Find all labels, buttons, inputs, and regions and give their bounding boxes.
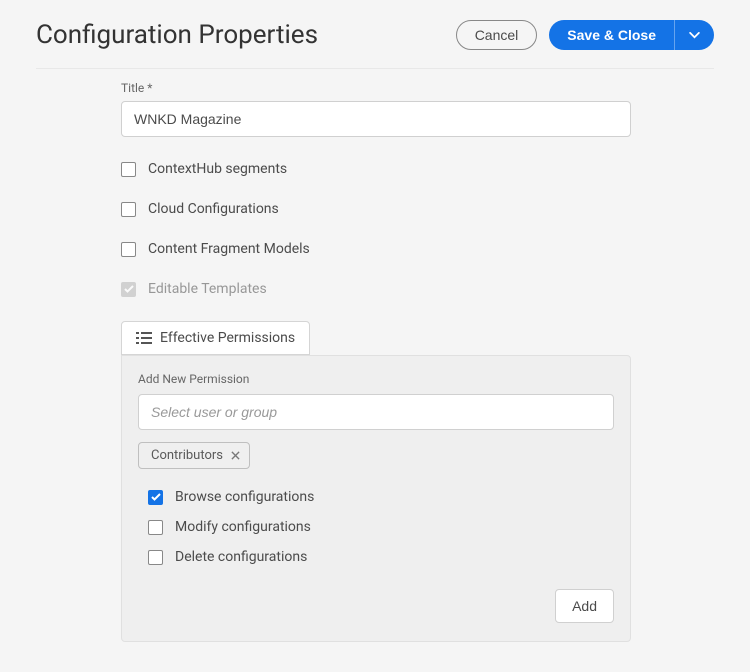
- header-actions: Cancel Save & Close: [456, 20, 714, 50]
- checkbox-icon: [121, 202, 136, 217]
- add-permission-label: Add New Permission: [138, 372, 614, 386]
- option-editable-templates: Editable Templates: [121, 281, 714, 297]
- perm-delete-configurations[interactable]: Delete configurations: [148, 549, 614, 565]
- checkbox-icon: [148, 550, 163, 565]
- title-field-label: Title *: [121, 81, 714, 95]
- tag-contributors[interactable]: Contributors: [138, 442, 250, 469]
- form-body: Title * ContextHub segments Cloud Config…: [36, 81, 714, 642]
- page-title: Configuration Properties: [36, 20, 318, 50]
- perm-browse-configurations[interactable]: Browse configurations: [148, 489, 614, 505]
- checkbox-icon: [148, 520, 163, 535]
- list-icon: [136, 331, 152, 345]
- option-label: Content Fragment Models: [148, 241, 310, 257]
- save-dropdown-button[interactable]: [674, 20, 714, 50]
- perm-label: Delete configurations: [175, 549, 307, 565]
- selected-tags: Contributors: [138, 442, 614, 469]
- tab-effective-permissions[interactable]: Effective Permissions: [121, 321, 310, 355]
- option-content-fragment-models[interactable]: Content Fragment Models: [121, 241, 714, 257]
- save-button-group: Save & Close: [549, 20, 714, 50]
- option-contexthub-segments[interactable]: ContextHub segments: [121, 161, 714, 177]
- checkbox-icon: [148, 490, 163, 505]
- close-icon: [231, 451, 240, 460]
- add-button[interactable]: Add: [555, 589, 614, 623]
- cancel-button[interactable]: Cancel: [456, 20, 538, 50]
- perm-label: Modify configurations: [175, 519, 311, 535]
- tag-label: Contributors: [151, 448, 223, 463]
- title-input[interactable]: [121, 101, 631, 137]
- panel-footer: Add: [138, 589, 614, 623]
- option-label: Cloud Configurations: [148, 201, 279, 217]
- option-label: Editable Templates: [148, 281, 267, 297]
- option-cloud-configurations[interactable]: Cloud Configurations: [121, 201, 714, 217]
- checkbox-icon: [121, 282, 136, 297]
- checkbox-icon: [121, 242, 136, 257]
- tab-label: Effective Permissions: [160, 330, 295, 346]
- option-label: ContextHub segments: [148, 161, 287, 177]
- dialog-header: Configuration Properties Cancel Save & C…: [36, 20, 714, 69]
- permissions-panel: Add New Permission Contributors: [121, 355, 631, 642]
- chevron-down-icon: [689, 32, 700, 39]
- perm-modify-configurations[interactable]: Modify configurations: [148, 519, 614, 535]
- save-and-close-button[interactable]: Save & Close: [549, 20, 674, 50]
- tab-bar: Effective Permissions Add New Permission…: [121, 321, 714, 642]
- user-group-search-input[interactable]: [138, 394, 614, 430]
- permission-checkboxes: Browse configurations Modify configurati…: [138, 489, 614, 565]
- checkbox-icon: [121, 162, 136, 177]
- perm-label: Browse configurations: [175, 489, 314, 505]
